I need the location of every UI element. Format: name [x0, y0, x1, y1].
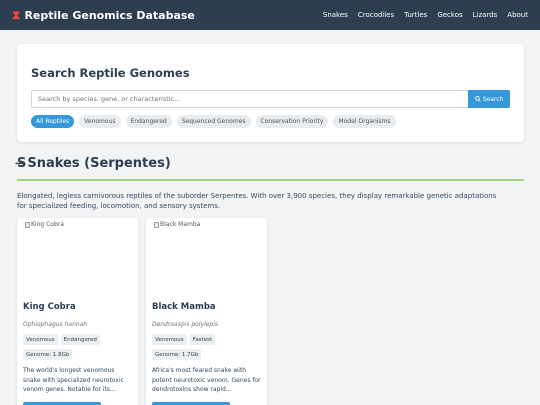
image-alt: King Cobra — [25, 221, 64, 228]
nav-link-snakes[interactable]: Snakes — [323, 11, 348, 19]
search-icon — [474, 96, 481, 102]
filter-model-organisms[interactable]: Model Organisms — [333, 115, 396, 128]
genome-row: Genome: 1.8Gb — [23, 349, 73, 360]
scientific-name: Dendroaspis polylepis — [152, 321, 219, 328]
genome-size-tag: Genome: 1.7Gb — [152, 349, 202, 360]
broken-image-icon — [154, 221, 159, 228]
image-alt-text: Black Mamba — [160, 221, 201, 228]
image-alt: Black Mamba — [154, 221, 200, 228]
filter-chips: All Reptiles Venomous Endangered Sequenc… — [31, 115, 396, 128]
species-description: Africa's most feared snake with potent n… — [152, 367, 261, 393]
filter-conservation-priority[interactable]: Conservation Priority — [255, 115, 329, 128]
species-image: Black Mamba — [146, 218, 267, 296]
tag-row: Venomous Endangered — [23, 334, 100, 345]
genome-size-tag: Genome: 1.8Gb — [23, 349, 73, 360]
scientific-name: Ophiophagus hannah — [23, 321, 88, 328]
filter-endangered[interactable]: Endangered — [125, 115, 172, 128]
tag-venomous: Venomous — [23, 334, 58, 345]
species-name: Black Mamba — [152, 302, 216, 312]
section-divider — [17, 179, 524, 181]
filter-all-reptiles[interactable]: All Reptiles — [31, 115, 75, 128]
tag-venomous: Venomous — [152, 334, 187, 345]
broken-image-icon — [25, 221, 30, 228]
nav-link-crocodiles[interactable]: Crocodiles — [358, 11, 394, 19]
search-button-label: Search — [482, 95, 504, 103]
species-name: King Cobra — [23, 302, 76, 312]
search-button[interactable]: Search — [468, 90, 510, 108]
search-title: Search Reptile Genomes — [31, 66, 190, 80]
nav-link-turtles[interactable]: Turtles — [404, 11, 427, 19]
tag-endangered: Endangered — [60, 334, 100, 345]
nav-link-lizards[interactable]: Lizards — [473, 11, 498, 19]
filter-sequenced-genomes[interactable]: Sequenced Genomes — [176, 115, 251, 128]
nav-link-geckos[interactable]: Geckos — [437, 11, 462, 19]
tag-row: Venomous Fastest — [152, 334, 216, 345]
search-card: Search Reptile Genomes Search All Reptil… — [17, 44, 524, 142]
tag-fastest: Fastest — [189, 334, 216, 345]
dna-icon: ⧗ — [12, 7, 21, 22]
section-header: S̶ Snakes (Serpentes) — [17, 156, 171, 171]
species-description: The world's longest venomous snake with … — [23, 367, 124, 393]
nav-link-about[interactable]: About — [507, 11, 528, 19]
brand[interactable]: ⧗ Reptile Genomics Database — [12, 8, 195, 23]
species-image: King Cobra — [17, 218, 138, 296]
section-title: Snakes (Serpentes) — [27, 156, 171, 171]
nav-links: Snakes Crocodiles Turtles Geckos Lizards… — [323, 11, 528, 19]
search-input[interactable] — [31, 90, 469, 108]
section-description: Elongated, legless carnivorous reptiles … — [17, 192, 497, 210]
image-alt-text: King Cobra — [31, 221, 64, 228]
filter-venomous[interactable]: Venomous — [79, 115, 121, 128]
site-title: Reptile Genomics Database — [24, 8, 195, 22]
species-card-black-mamba[interactable]: Black Mamba Black Mamba Dendroaspis poly… — [146, 218, 267, 405]
snake-icon: S̶ — [17, 156, 27, 171]
genome-row: Genome: 1.7Gb — [152, 349, 202, 360]
navbar: ⧗ Reptile Genomics Database Snakes Croco… — [0, 0, 540, 30]
species-card-king-cobra[interactable]: King Cobra King Cobra Ophiophagus hannah… — [17, 218, 138, 405]
